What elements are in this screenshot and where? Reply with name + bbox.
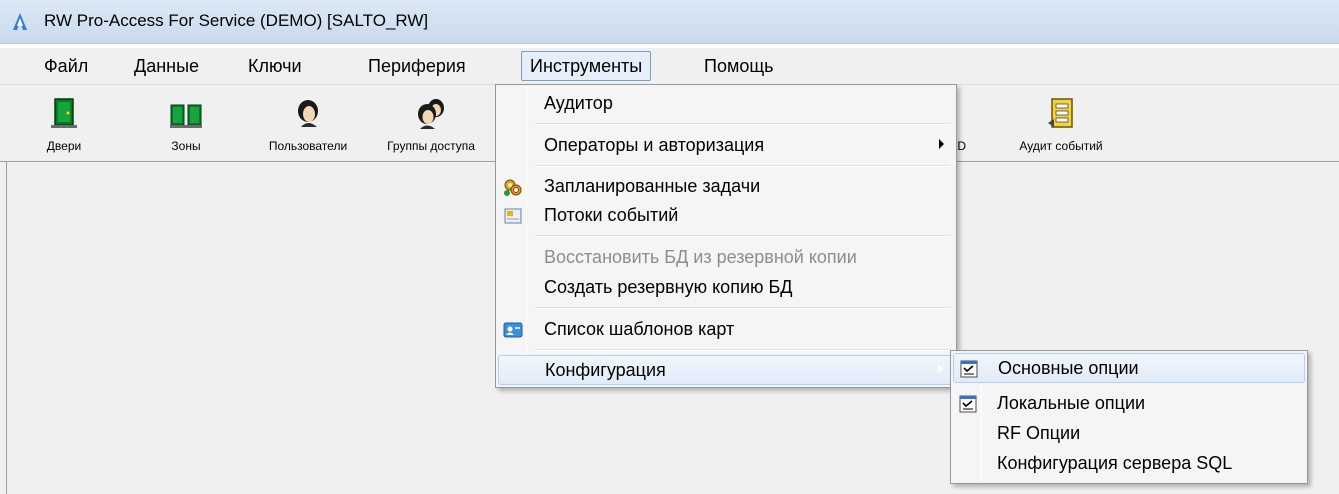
- menu-item-scheduled-tasks[interactable]: Запланированные задачи: [498, 172, 954, 202]
- menu-file[interactable]: Файл: [36, 51, 96, 81]
- options-checklist-icon: [959, 395, 977, 413]
- toolbar-zones-label: Зоны: [171, 139, 201, 153]
- toolbar-event-audit-button[interactable]: Аудит событий: [1006, 91, 1116, 157]
- options-checklist-icon: [960, 360, 978, 378]
- title-bar: RW Pro-Access For Service (DEMO) [SALTO_…: [0, 0, 1339, 44]
- menu-peripherals[interactable]: Периферия: [360, 51, 474, 81]
- menu-data[interactable]: Данные: [126, 51, 207, 81]
- access-groups-icon: [418, 99, 444, 129]
- card-templates-icon: [503, 322, 523, 338]
- menu-item-card-templates[interactable]: Список шаблонов карт: [498, 315, 954, 345]
- menu-item-auditor-label: Аудитор: [544, 93, 613, 113]
- menu-separator: [534, 235, 950, 237]
- menu-item-configuration-label: Конфигурация: [545, 360, 666, 380]
- toolbar-doors-label: Двери: [46, 139, 82, 153]
- tools-dropdown-menu: Аудитор Операторы и авторизация Запланир…: [495, 84, 957, 388]
- submenu-item-local-options[interactable]: Локальные опции: [953, 389, 1305, 419]
- menu-item-event-streams-label: Потоки событий: [544, 205, 679, 225]
- configuration-submenu: Основные опции Локальные опции RF Опции …: [950, 350, 1308, 484]
- submenu-item-local-options-label: Локальные опции: [997, 393, 1146, 413]
- menu-item-backup-db[interactable]: Создать резервную копию БД: [498, 273, 954, 303]
- menu-item-operators-label: Операторы и авторизация: [544, 135, 765, 155]
- menu-item-auditor[interactable]: Аудитор: [498, 89, 954, 119]
- submenu-arrow-icon: [938, 364, 943, 374]
- menu-item-configuration[interactable]: Конфигурация: [498, 355, 954, 385]
- menu-item-restore-db-label: Восстановить БД из резервной копии: [544, 247, 857, 267]
- event-audit-icon: [1048, 98, 1073, 128]
- user-icon: [298, 100, 318, 127]
- submenu-item-main-options-label: Основные опции: [998, 358, 1139, 378]
- window-title: RW Pro-Access For Service (DEMO) [SALTO_…: [44, 11, 429, 30]
- toolbar-access-groups-button[interactable]: Группы доступа: [376, 91, 486, 157]
- menu-separator: [534, 349, 950, 351]
- menu-tools[interactable]: Инструменты: [521, 51, 652, 81]
- menu-separator: [534, 123, 950, 125]
- toolbar-users-button[interactable]: Пользователи: [258, 91, 358, 157]
- submenu-item-sql-server-config-label: Конфигурация сервера SQL: [997, 453, 1233, 473]
- toolbar-doors-button[interactable]: Двери: [34, 91, 94, 157]
- scheduled-tasks-icon: [504, 179, 522, 196]
- door-icon: [51, 98, 77, 128]
- menu-separator: [534, 307, 950, 309]
- submenu-item-rf-options[interactable]: RF Опции: [953, 419, 1305, 449]
- event-stream-icon: [504, 208, 522, 224]
- menu-help[interactable]: Помощь: [696, 51, 782, 81]
- menu-separator: [534, 165, 950, 167]
- toolbar-zones-button[interactable]: Зоны: [156, 91, 216, 157]
- submenu-item-sql-server-config[interactable]: Конфигурация сервера SQL: [953, 449, 1305, 479]
- menu-item-event-streams[interactable]: Потоки событий: [498, 201, 954, 231]
- zones-icon: [170, 104, 202, 128]
- toolbar-access-groups-label: Группы доступа: [387, 139, 475, 153]
- menu-item-operators[interactable]: Операторы и авторизация: [498, 131, 954, 161]
- menu-item-backup-db-label: Создать резервную копию БД: [544, 277, 793, 297]
- submenu-arrow-icon: [939, 139, 944, 149]
- menu-item-scheduled-tasks-label: Запланированные задачи: [544, 176, 761, 196]
- menu-item-card-templates-label: Список шаблонов карт: [544, 319, 735, 339]
- toolbar-event-audit-label: Аудит событий: [1019, 139, 1103, 153]
- submenu-item-main-options[interactable]: Основные опции: [953, 353, 1305, 383]
- menu-bar: Файл Данные Ключи Периферия Инструменты …: [0, 48, 1339, 84]
- submenu-item-rf-options-label: RF Опции: [997, 423, 1081, 443]
- toolbar-users-label: Пользователи: [268, 139, 348, 153]
- menu-keys[interactable]: Ключи: [240, 51, 310, 81]
- menu-item-restore-db[interactable]: Восстановить БД из резервной копии: [498, 243, 954, 273]
- rw-logo-icon: [13, 13, 27, 30]
